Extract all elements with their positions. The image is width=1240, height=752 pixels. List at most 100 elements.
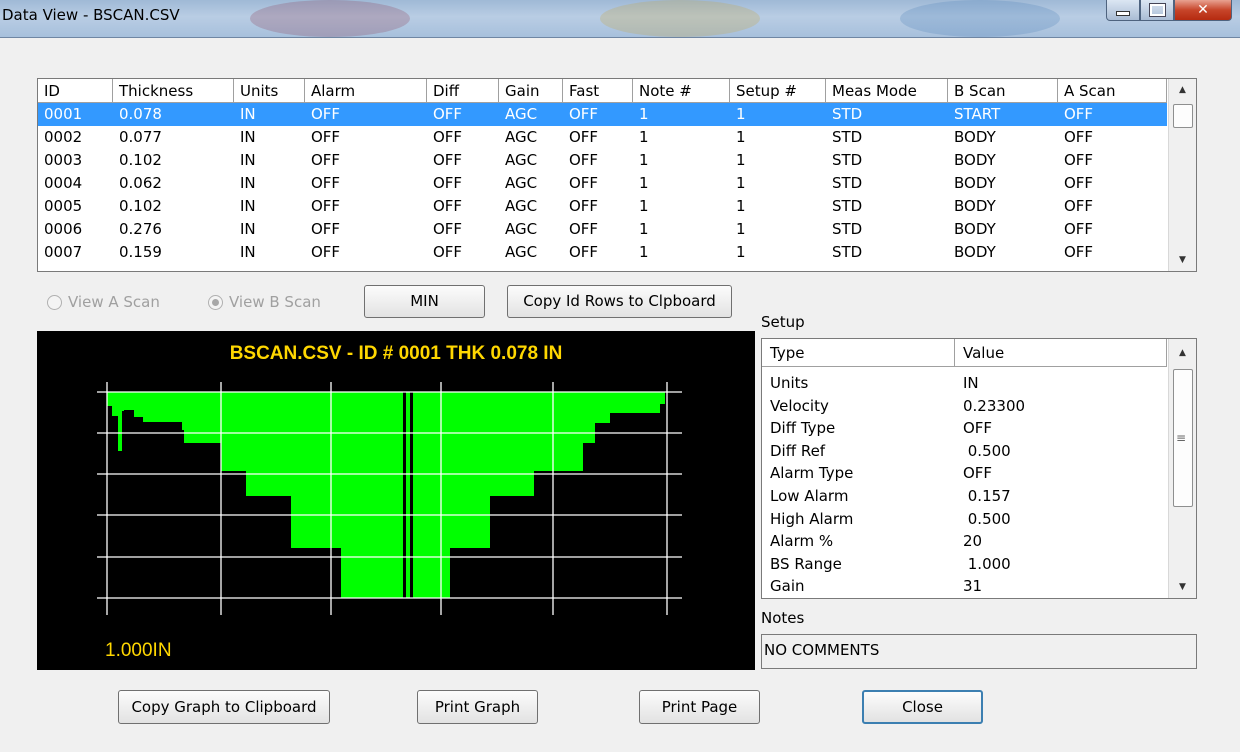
setup-row[interactable]: Gain 31 [762,575,1167,598]
setup-type: Diff Type [770,419,836,438]
table-cell: OFF [569,151,599,169]
table-cell: OFF [311,197,341,215]
column-header[interactable]: Setup # [730,79,826,103]
setup-table[interactable]: Type Value Units IN Velocity 0.23300 Diff Ty… [761,338,1197,599]
setup-row[interactable]: Alarm Type OFF [762,462,1167,485]
close-button[interactable]: Close [862,690,983,724]
column-header[interactable]: ID [38,79,113,103]
setup-row[interactable]: Units IN [762,372,1167,395]
column-header[interactable]: Alarm [305,79,427,103]
window-title: Data View - BSCAN.CSV [2,6,180,24]
copy-id-rows-button[interactable]: Copy Id Rows to Clpboard [507,285,732,318]
setup-type: Units [770,374,809,392]
table-cell: OFF [569,174,599,192]
radio-off-icon [47,294,62,310]
table-cell: 0007 [44,243,83,261]
table-cell: 0006 [44,220,83,238]
setup-header: Type Value [762,339,1167,367]
b-scan-plot [97,382,682,615]
setup-value: OFF [963,464,993,483]
table-cell: STD [832,174,863,192]
maximize-button[interactable] [1140,0,1174,21]
table-cell: 1 [736,174,746,192]
column-header[interactable]: Fast [563,79,633,103]
setup-col-value[interactable]: Value [955,339,1167,367]
view-b-scan-label: View B Scan [229,293,321,311]
table-cell: 0004 [44,174,83,192]
table-row[interactable]: 0001 0.078 IN OFF OFF AGC OFF 1 1 STD START OFF [38,103,1167,126]
column-header[interactable]: A Scan [1058,79,1167,103]
table-cell: AGC [505,174,538,192]
close-window-button[interactable]: ✕ [1174,0,1232,21]
view-b-scan-radio[interactable]: View B Scan [208,293,321,311]
setup-row[interactable]: Diff Ref 0.500 [762,440,1167,463]
column-header[interactable]: B Scan [948,79,1058,103]
setup-scrollbar[interactable]: ▲ ≡ ▼ [1168,339,1196,598]
table-cell: STD [832,197,863,215]
table-row[interactable]: 0002 0.077 IN OFF OFF AGC OFF 1 1 STD BODY OFF [38,126,1167,149]
table-row[interactable]: 0006 0.276 IN OFF OFF AGC OFF 1 1 STD BODY OFF [38,218,1167,241]
min-button[interactable]: MIN [364,285,485,318]
table-row[interactable]: 0005 0.102 IN OFF OFF AGC OFF 1 1 STD BODY OFF [38,195,1167,218]
table-cell: OFF [433,243,463,261]
scroll-up-icon[interactable]: ▲ [1169,79,1196,101]
print-page-button[interactable]: Print Page [639,690,760,724]
table-scrollbar[interactable]: ▲ ▼ [1168,79,1196,271]
column-header[interactable]: Thickness [113,79,234,103]
table-cell: OFF [433,197,463,215]
scroll-up-icon[interactable]: ▲ [1169,339,1196,367]
table-cell: STD [832,105,863,123]
table-body: 0001 0.078 IN OFF OFF AGC OFF 1 1 STD START OFF 0002… [38,103,1167,264]
radio-on-icon [208,294,223,310]
setup-type: BS Range [770,554,842,573]
b-scan-profile [107,392,665,598]
copy-graph-button[interactable]: Copy Graph to Clipboard [118,690,330,724]
table-cell: 0003 [44,151,83,169]
table-cell: STD [832,128,863,146]
column-header[interactable]: Units [234,79,305,103]
table-cell: OFF [569,128,599,146]
notes-field[interactable]: NO COMMENTS [761,634,1197,669]
table-cell: STD [832,243,863,261]
scroll-down-icon[interactable]: ▼ [1169,249,1196,271]
table-cell: IN [240,174,256,192]
title-bar: Data View - BSCAN.CSV ✕ [0,0,1240,38]
table-cell: OFF [569,243,599,261]
column-header[interactable]: Note # [633,79,730,103]
setup-row[interactable]: BS Range 1.000 [762,553,1167,576]
setup-label: Setup [761,313,805,331]
setup-value: 31 [963,577,983,596]
table-cell: OFF [1064,128,1094,146]
setup-col-type[interactable]: Type [762,339,955,367]
table-cell: OFF [311,105,341,123]
column-header[interactable]: Meas Mode [826,79,948,103]
table-cell: OFF [569,220,599,238]
table-cell: BODY [954,128,996,146]
setup-row[interactable]: Alarm % 20 [762,530,1167,553]
setup-row[interactable]: Diff Type OFF [762,417,1167,440]
table-cell: AGC [505,128,538,146]
column-header[interactable]: Gain [499,79,563,103]
table-cell: OFF [1064,151,1094,169]
print-graph-button[interactable]: Print Graph [417,690,538,724]
title-decoration [900,0,1060,37]
setup-row[interactable]: Velocity 0.23300 [762,395,1167,418]
table-cell: BODY [954,151,996,169]
table-row[interactable]: 0007 0.159 IN OFF OFF AGC OFF 1 1 STD BODY OFF [38,241,1167,264]
column-header[interactable]: Diff [427,79,499,103]
setup-row[interactable]: High Alarm 0.500 [762,508,1167,531]
table-row[interactable]: 0003 0.102 IN OFF OFF AGC OFF 1 1 STD BODY OFF [38,149,1167,172]
table-cell: IN [240,220,256,238]
table-cell: IN [240,105,256,123]
scroll-down-icon[interactable]: ▼ [1169,576,1196,598]
view-a-scan-radio[interactable]: View A Scan [47,293,160,311]
b-scan-marker-line [403,392,406,598]
setup-row[interactable]: Low Alarm 0.157 [762,485,1167,508]
minimize-button[interactable] [1106,0,1140,21]
table-cell: OFF [569,197,599,215]
readings-table[interactable]: ID Thickness Units Alarm Diff Gain Fast Note # S… [37,78,1197,272]
table-cell: 0.159 [119,243,162,261]
table-cell: 1 [639,151,649,169]
table-row[interactable]: 0004 0.062 IN OFF OFF AGC OFF 1 1 STD BODY OFF [38,172,1167,195]
scroll-thumb[interactable] [1173,104,1193,128]
